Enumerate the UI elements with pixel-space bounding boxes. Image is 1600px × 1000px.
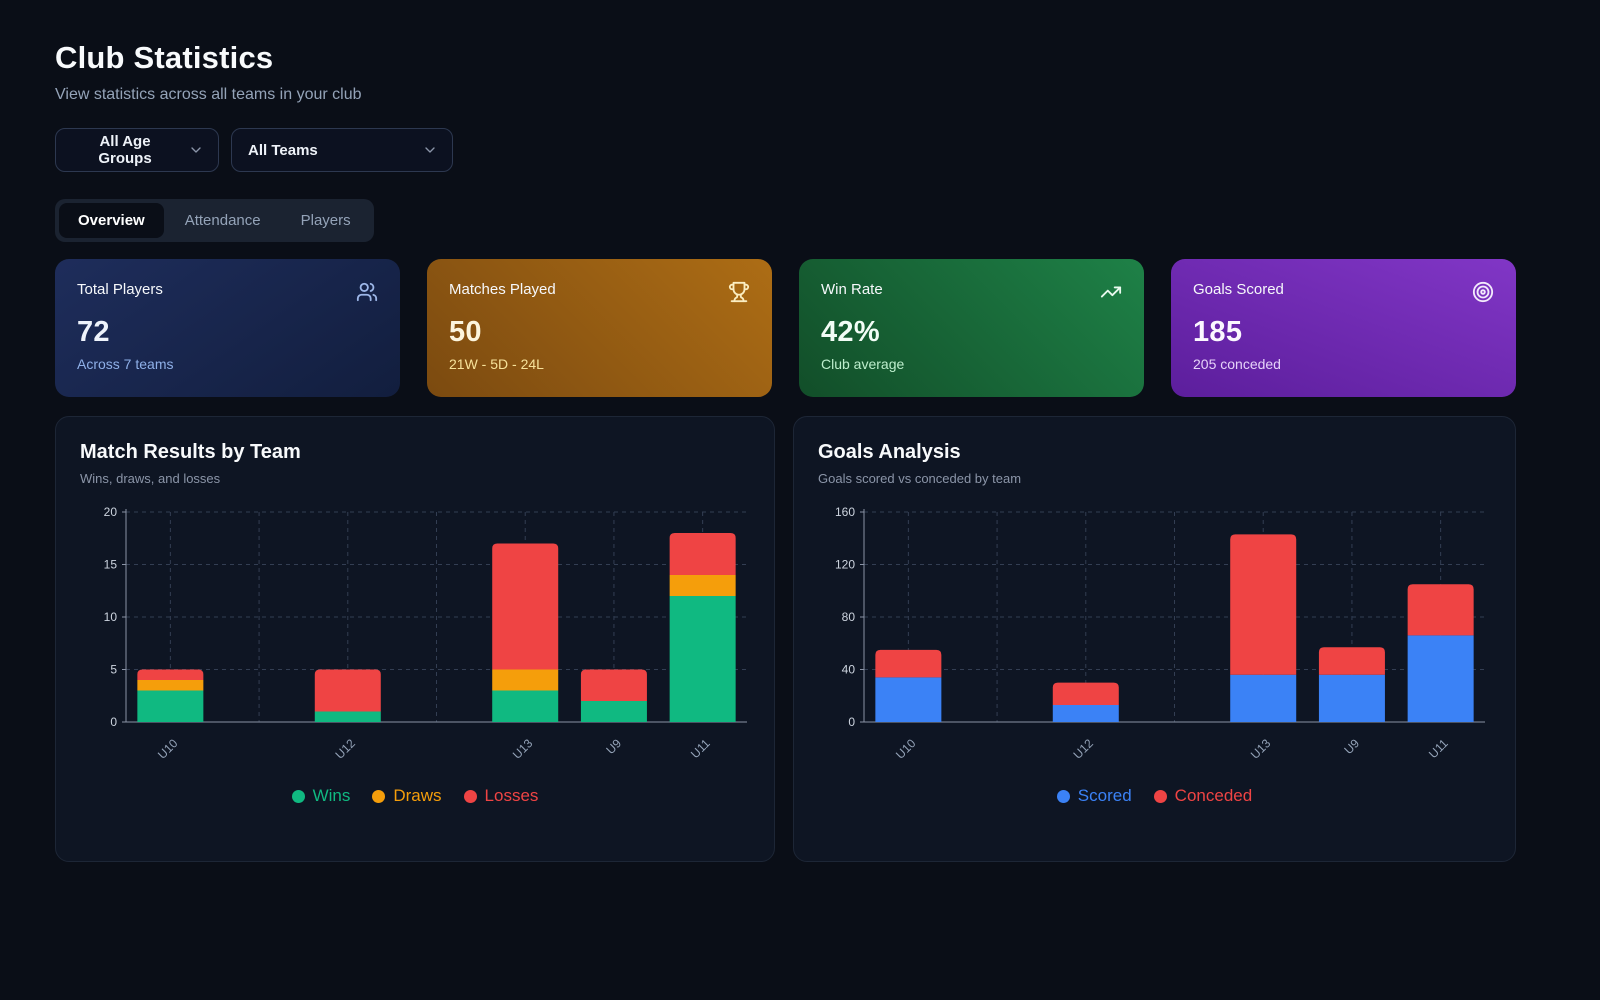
stat-card-value: 185 — [1193, 316, 1494, 349]
stat-card-value: 50 — [449, 316, 750, 349]
page-subtitle: View statistics across all teams in your… — [55, 86, 1545, 104]
legend-item[interactable]: Wins — [292, 786, 351, 806]
tab-overview[interactable]: Overview — [59, 203, 164, 238]
svg-text:U13: U13 — [1248, 736, 1274, 762]
chart-title: Goals Analysis — [818, 441, 1491, 464]
age-group-select-value: All Age Groups — [72, 133, 178, 167]
trending-up-icon — [1100, 281, 1122, 303]
legend-dot — [372, 790, 385, 803]
legend-label: Draws — [393, 786, 441, 806]
stat-card-label: Matches Played — [449, 281, 556, 298]
trophy-icon — [728, 281, 750, 303]
stat-card-goals-scored: Goals Scored 185 205 conceded — [1171, 259, 1516, 397]
legend-item[interactable]: Losses — [464, 786, 539, 806]
filter-bar: All Age Groups All Teams — [55, 128, 1545, 172]
svg-text:U9: U9 — [1341, 736, 1362, 757]
match-results-legend: Wins Draws Losses — [80, 786, 750, 806]
svg-text:15: 15 — [104, 558, 118, 572]
page-title: Club Statistics — [55, 40, 1545, 76]
goals-analysis-chart: 0 40 80 120 160 U10 U12 U13 U9 U11 — [818, 502, 1490, 770]
goals-analysis-legend: Scored Conceded — [818, 786, 1491, 806]
legend-label: Scored — [1078, 786, 1132, 806]
stat-card-value: 42% — [821, 316, 1122, 349]
svg-text:10: 10 — [104, 610, 118, 624]
stat-card-sub: 21W - 5D - 24L — [449, 356, 750, 372]
svg-text:120: 120 — [835, 558, 855, 572]
svg-text:0: 0 — [848, 715, 855, 729]
svg-text:U10: U10 — [155, 736, 181, 762]
legend-label: Wins — [313, 786, 351, 806]
age-group-select[interactable]: All Age Groups — [55, 128, 219, 172]
team-select[interactable]: All Teams — [231, 128, 453, 172]
legend-item[interactable]: Scored — [1057, 786, 1132, 806]
legend-dot — [1057, 790, 1070, 803]
tab-bar: Overview Attendance Players — [55, 199, 374, 242]
svg-text:0: 0 — [110, 715, 117, 729]
legend-item[interactable]: Conceded — [1154, 786, 1253, 806]
chart-subtitle: Goals scored vs conceded by team — [818, 471, 1491, 486]
svg-text:U11: U11 — [688, 736, 713, 761]
charts-row: Match Results by Team Wins, draws, and l… — [55, 416, 1545, 862]
svg-text:U13: U13 — [510, 736, 536, 762]
target-icon — [1472, 281, 1494, 303]
stat-card-total-players: Total Players 72 Across 7 teams — [55, 259, 400, 397]
svg-text:40: 40 — [842, 663, 856, 677]
svg-text:20: 20 — [104, 505, 118, 519]
chevron-down-icon — [422, 142, 438, 158]
svg-text:U9: U9 — [603, 736, 624, 757]
svg-text:U12: U12 — [332, 736, 358, 762]
legend-dot — [1154, 790, 1167, 803]
legend-item[interactable]: Draws — [372, 786, 441, 806]
legend-label: Losses — [485, 786, 539, 806]
chevron-down-icon — [188, 142, 204, 158]
tab-players[interactable]: Players — [282, 203, 370, 238]
chart-subtitle: Wins, draws, and losses — [80, 471, 750, 486]
stat-card-sub: Across 7 teams — [77, 356, 378, 372]
svg-text:80: 80 — [842, 610, 856, 624]
svg-text:U12: U12 — [1070, 736, 1096, 762]
svg-text:5: 5 — [110, 663, 117, 677]
legend-dot — [292, 790, 305, 803]
chart-title: Match Results by Team — [80, 441, 750, 464]
legend-dot — [464, 790, 477, 803]
stat-card-win-rate: Win Rate 42% Club average — [799, 259, 1144, 397]
tab-attendance[interactable]: Attendance — [166, 203, 280, 238]
stat-card-row: Total Players 72 Across 7 teams Matches … — [55, 259, 1516, 397]
stat-card-value: 72 — [77, 316, 378, 349]
stat-card-label: Total Players — [77, 281, 163, 298]
legend-label: Conceded — [1175, 786, 1253, 806]
stat-card-label: Win Rate — [821, 281, 883, 298]
svg-text:U10: U10 — [893, 736, 919, 762]
club-statistics-page: Club Statistics View statistics across a… — [0, 0, 1600, 862]
team-select-value: All Teams — [248, 142, 318, 159]
stat-card-matches-played: Matches Played 50 21W - 5D - 24L — [427, 259, 772, 397]
stat-card-sub: 205 conceded — [1193, 356, 1494, 372]
svg-text:U11: U11 — [1426, 736, 1451, 761]
match-results-chart: 0 5 10 15 20 U10 U12 U13 U9 U11 — [80, 502, 752, 770]
stat-card-label: Goals Scored — [1193, 281, 1284, 298]
svg-text:160: 160 — [835, 505, 855, 519]
match-results-panel: Match Results by Team Wins, draws, and l… — [55, 416, 775, 862]
users-icon — [356, 281, 378, 303]
goals-analysis-panel: Goals Analysis Goals scored vs conceded … — [793, 416, 1516, 862]
stat-card-sub: Club average — [821, 356, 1122, 372]
